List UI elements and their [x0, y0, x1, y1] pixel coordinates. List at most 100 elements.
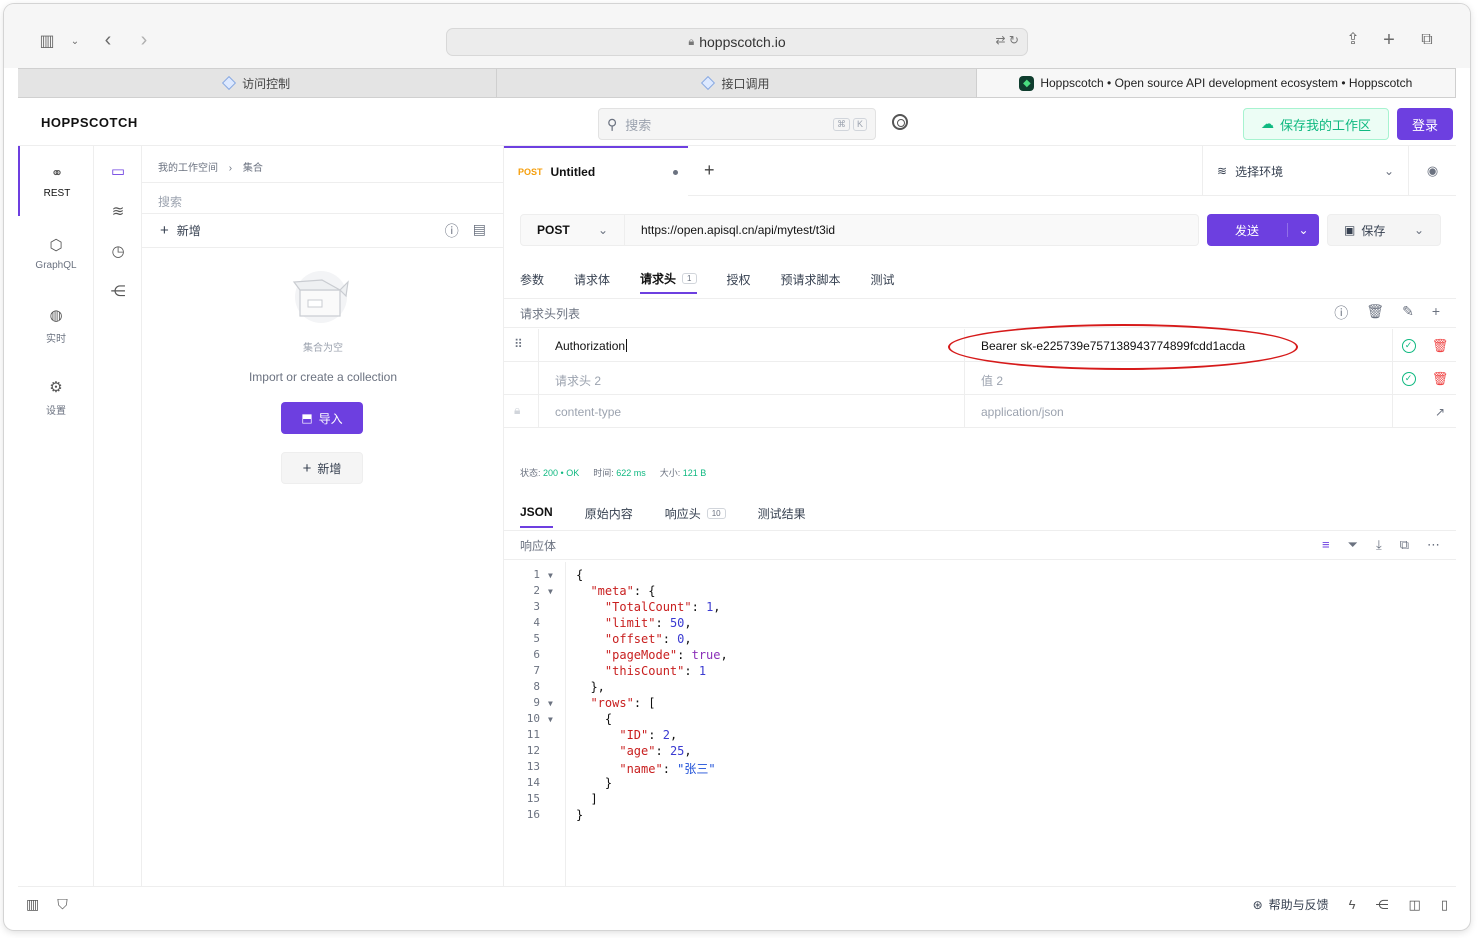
cloud-upload-icon: ☁	[1260, 116, 1274, 131]
time-label: 时间:	[593, 468, 614, 478]
share-icon[interactable]: ⇪	[1344, 30, 1362, 50]
folder-import-icon: ⬒	[301, 411, 313, 425]
fold-toggle-icon[interactable]: ▼	[548, 715, 553, 724]
line-number: 14	[526, 776, 540, 789]
shield-icon[interactable]: ⛉	[57, 896, 68, 913]
method-select[interactable]: POST ⌄	[520, 214, 625, 246]
sidebar-toggle-icon[interactable]: ▥	[36, 32, 58, 52]
tab-pre-request-script[interactable]: 预请求脚本	[781, 264, 841, 294]
folder-icon[interactable]: ▭	[108, 162, 128, 182]
sidebar-collapse-icon[interactable]: ▥	[26, 896, 39, 913]
arrow-up-right-icon[interactable]: ↗	[1424, 395, 1456, 428]
login-button[interactable]: 登录	[1397, 108, 1453, 140]
chevron-down-icon: ⌄	[1383, 164, 1394, 178]
tab-raw[interactable]: 原始内容	[585, 498, 633, 528]
browser-tab-api-call[interactable]: 接口调用	[497, 69, 977, 97]
code-line: {	[576, 712, 613, 726]
share-nodes-icon[interactable]: ⋲	[108, 282, 128, 302]
collapse-panel-icon[interactable]: ▯	[1441, 897, 1448, 913]
new-tab-icon[interactable]: +	[1380, 30, 1398, 50]
tab-title: Untitled	[550, 165, 596, 179]
fold-toggle-icon[interactable]: ▼	[548, 587, 553, 596]
plus-icon[interactable]: +	[160, 222, 169, 239]
search-input[interactable]: ⚲ 搜索 ⌘ K	[598, 108, 876, 140]
graphql-icon: ⬡	[49, 236, 63, 254]
header-key-input[interactable]: Authorization	[538, 329, 964, 362]
split-layout-icon[interactable]: ◫	[1409, 897, 1421, 913]
tab-body[interactable]: 请求体	[574, 264, 610, 294]
response-json-viewer[interactable]: 1 ▼ 2 ▼ 3 4 5 6 7 8 9 ▼ 10 ▼ 11 12 13 14 15 16 { "meta": { …	[504, 562, 1456, 886]
tab-authorization[interactable]: 授权	[727, 264, 751, 294]
request-panel: POST Untitled + ≋ 选择环境 ⌄ ◉ POST ⌄ https:…	[504, 146, 1456, 886]
browser-tab-access-control[interactable]: 访问控制	[18, 69, 498, 97]
tab-headers[interactable]: 请求头 1	[640, 264, 697, 294]
translate-reload-icon[interactable]: ⇄ ↻	[996, 33, 1019, 47]
chevron-down-icon[interactable]: ⌄	[1414, 223, 1424, 237]
address-bar[interactable]: 🔒︎ hoppscotch.io ⇄ ↻	[446, 28, 1028, 56]
save-workspace-button[interactable]: ☁ 保存我的工作区	[1243, 108, 1389, 140]
help-feedback-button[interactable]: ⊛ 帮助与反馈	[1253, 896, 1329, 913]
code-line: }	[576, 776, 613, 790]
edit-icon[interactable]: ✎	[1402, 303, 1414, 323]
plus-icon[interactable]: +	[1432, 303, 1440, 323]
unsaved-dot[interactable]	[673, 170, 678, 175]
download-icon[interactable]: ⤓	[1376, 537, 1382, 553]
tab-params[interactable]: 参数	[520, 264, 544, 294]
tab-response-headers[interactable]: 响应头 10	[665, 498, 726, 528]
plus-icon: +	[302, 459, 312, 477]
filter-icon[interactable]: ⏷	[1348, 537, 1358, 553]
nav-settings[interactable]: ⚙ 设置	[18, 362, 94, 432]
import-folder-icon[interactable]: ▤	[473, 221, 486, 241]
wrap-lines-icon[interactable]: ≡	[1322, 537, 1330, 553]
size-label: 大小:	[659, 468, 681, 478]
tab-test-results[interactable]: 测试结果	[758, 498, 806, 528]
support-icon[interactable]	[892, 114, 908, 130]
tabs-overview-icon[interactable]: ⧉	[1418, 30, 1436, 50]
send-button[interactable]: 发送 ⌄	[1207, 214, 1319, 246]
breadcrumb-workspace[interactable]: 我的工作空间	[158, 163, 218, 174]
enabled-toggle[interactable]: ✓	[1392, 362, 1424, 395]
browser-tab-hoppscotch[interactable]: ◆ Hoppscotch • Open source API developme…	[976, 69, 1456, 97]
add-collection-button[interactable]: + 新增	[281, 452, 363, 484]
forward-icon[interactable]: ›	[136, 30, 152, 50]
add-tab-icon[interactable]: +	[704, 160, 715, 181]
tab-tests[interactable]: 测试	[871, 264, 895, 294]
header-key-input[interactable]: 请求头 2	[538, 362, 964, 395]
kbd-cmd: ⌘	[832, 117, 850, 131]
chevron-down-icon[interactable]: ⌄	[1287, 223, 1319, 237]
tab-json[interactable]: JSON	[520, 498, 553, 528]
fold-toggle-icon[interactable]: ▼	[548, 699, 553, 708]
help-icon[interactable]: ⓘ	[445, 221, 459, 241]
import-button[interactable]: ⬒ 导入	[281, 402, 363, 434]
save-button[interactable]: ▣ 保存 ⌄	[1327, 214, 1441, 246]
history-icon[interactable]: ◷	[108, 242, 128, 262]
help-icon[interactable]: ⓘ	[1334, 303, 1348, 323]
delete-header-button[interactable]: 🗑︎	[1424, 329, 1456, 362]
url-input[interactable]: https://open.apisql.cn/api/mytest/t3id	[625, 214, 1199, 246]
request-tab-untitled[interactable]: POST Untitled	[504, 146, 688, 196]
nav-realtime[interactable]: ◍ 实时	[18, 290, 94, 360]
new-collection-button[interactable]: 新增	[177, 222, 201, 239]
eye-icon[interactable]: ◉	[1408, 146, 1456, 196]
collection-search-input[interactable]: 搜索	[142, 182, 504, 214]
delete-header-button[interactable]: 🗑︎	[1424, 362, 1456, 395]
breadcrumb-collections[interactable]: 集合	[243, 163, 263, 174]
more-icon[interactable]: ⋯	[1427, 537, 1440, 553]
line-number: 16	[526, 808, 540, 821]
back-icon[interactable]: ‹	[100, 30, 116, 50]
copy-icon[interactable]: ⧉	[1400, 537, 1409, 553]
fold-toggle-icon[interactable]: ▼	[548, 571, 553, 580]
environment-selector[interactable]: ≋ 选择环境 ⌄	[1202, 146, 1408, 196]
trash-icon: 🗑︎	[1431, 337, 1449, 353]
shortcuts-icon[interactable]: ϟ	[1349, 897, 1356, 912]
chevron-down-icon[interactable]: ⌄	[68, 32, 82, 52]
enabled-toggle[interactable]: ✓	[1392, 329, 1424, 362]
brand-title[interactable]: HOPPSCOTCH	[41, 115, 138, 130]
nav-graphql[interactable]: ⬡ GraphQL	[18, 218, 94, 288]
save-label: 保存	[1361, 223, 1386, 238]
trash-icon[interactable]: 🗑︎	[1366, 303, 1384, 323]
drag-handle-icon[interactable]: ⠿	[514, 337, 526, 351]
share-nodes-icon[interactable]: ⋲	[1376, 897, 1389, 913]
layers-icon[interactable]: ≋	[108, 202, 128, 222]
nav-rest[interactable]: ⚭ REST	[18, 146, 94, 216]
